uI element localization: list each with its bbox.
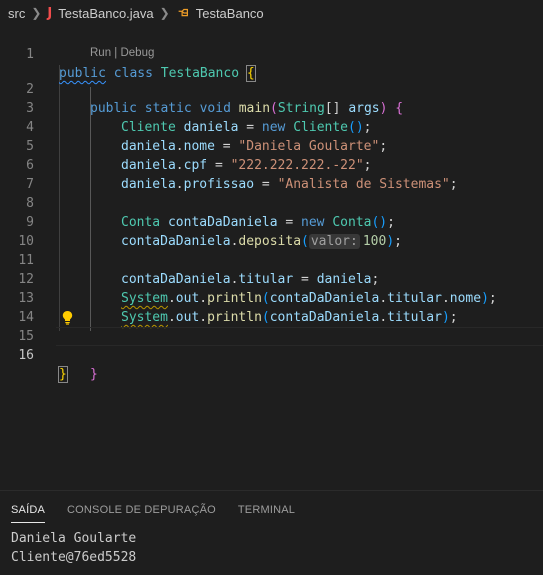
- breadcrumb-folder[interactable]: src: [8, 6, 25, 21]
- code-line[interactable]: 8 Conta contaDaDaniela = new Conta();: [0, 175, 543, 230]
- code-line[interactable]: 6 daniela.profissao = "Analista de Siste…: [0, 137, 543, 192]
- code-line[interactable]: 12 System.out.println(contaDaDaniela.tit…: [0, 251, 543, 306]
- breadcrumb: src ❯ J TestaBanco.java ❯ TestaBanco: [0, 0, 543, 26]
- code-line[interactable]: 1 public class TestaBanco {: [0, 26, 543, 82]
- breadcrumb-file[interactable]: TestaBanco.java: [58, 6, 153, 21]
- line-content[interactable]: }: [90, 365, 98, 384]
- output-content[interactable]: Daniela Goularte Cliente@76ed5528: [11, 529, 136, 567]
- code-line[interactable]: 5 daniela.cpf = "222.222.222.-22";: [0, 118, 543, 173]
- codelens-run-debug[interactable]: Run | Debug: [90, 45, 154, 62]
- code-line[interactable]: 7: [0, 156, 543, 192]
- code-line[interactable]: 2 public static void main(String[] args)…: [0, 61, 543, 116]
- output-line: Cliente@76ed5528: [11, 550, 137, 565]
- output-line: Daniela Goularte: [11, 531, 137, 546]
- code-line[interactable]: 3 Cliente daniela = new Cliente();: [0, 80, 543, 135]
- class-icon: [178, 8, 188, 17]
- chevron-right-icon: ❯: [31, 6, 42, 20]
- code-editor[interactable]: 1 public class TestaBanco { Run | Debug …: [0, 26, 543, 490]
- code-line[interactable]: 11 contaDaDaniela.titular = daniela;: [0, 232, 543, 287]
- code-line[interactable]: 9 contaDaDaniela.deposita(valor: 100);: [0, 194, 543, 249]
- code-line[interactable]: 14: [0, 289, 543, 325]
- line-content[interactable]: }: [58, 365, 68, 384]
- bottom-panel: SAÍDA CONSOLE DE DEPURAÇÃO TERMINAL Dani…: [0, 490, 543, 575]
- java-file-icon: J: [47, 5, 53, 21]
- code-line[interactable]: 4 daniela.nome = "Daniela Goularte";: [0, 99, 543, 154]
- tab-terminal[interactable]: TERMINAL: [227, 491, 306, 527]
- lightbulb-icon[interactable]: [61, 310, 74, 325]
- close-brace: }: [90, 367, 98, 382]
- breadcrumb-symbol[interactable]: TestaBanco: [196, 6, 264, 21]
- code-line[interactable]: 15 }: [0, 308, 543, 382]
- code-line[interactable]: 13 System.out.println(contaDaDaniela.tit…: [0, 270, 543, 325]
- code-line[interactable]: 16 }: [0, 327, 543, 383]
- tab-debug-console[interactable]: CONSOLE DE DEPURAÇÃO: [56, 491, 227, 527]
- line-number: 16: [18, 348, 34, 363]
- code-line[interactable]: 10: [0, 213, 543, 249]
- panel-tabs: SAÍDA CONSOLE DE DEPURAÇÃO TERMINAL: [0, 491, 543, 527]
- chevron-right-icon: ❯: [159, 6, 170, 20]
- close-brace: }: [58, 366, 68, 383]
- tab-output[interactable]: SAÍDA: [0, 491, 56, 527]
